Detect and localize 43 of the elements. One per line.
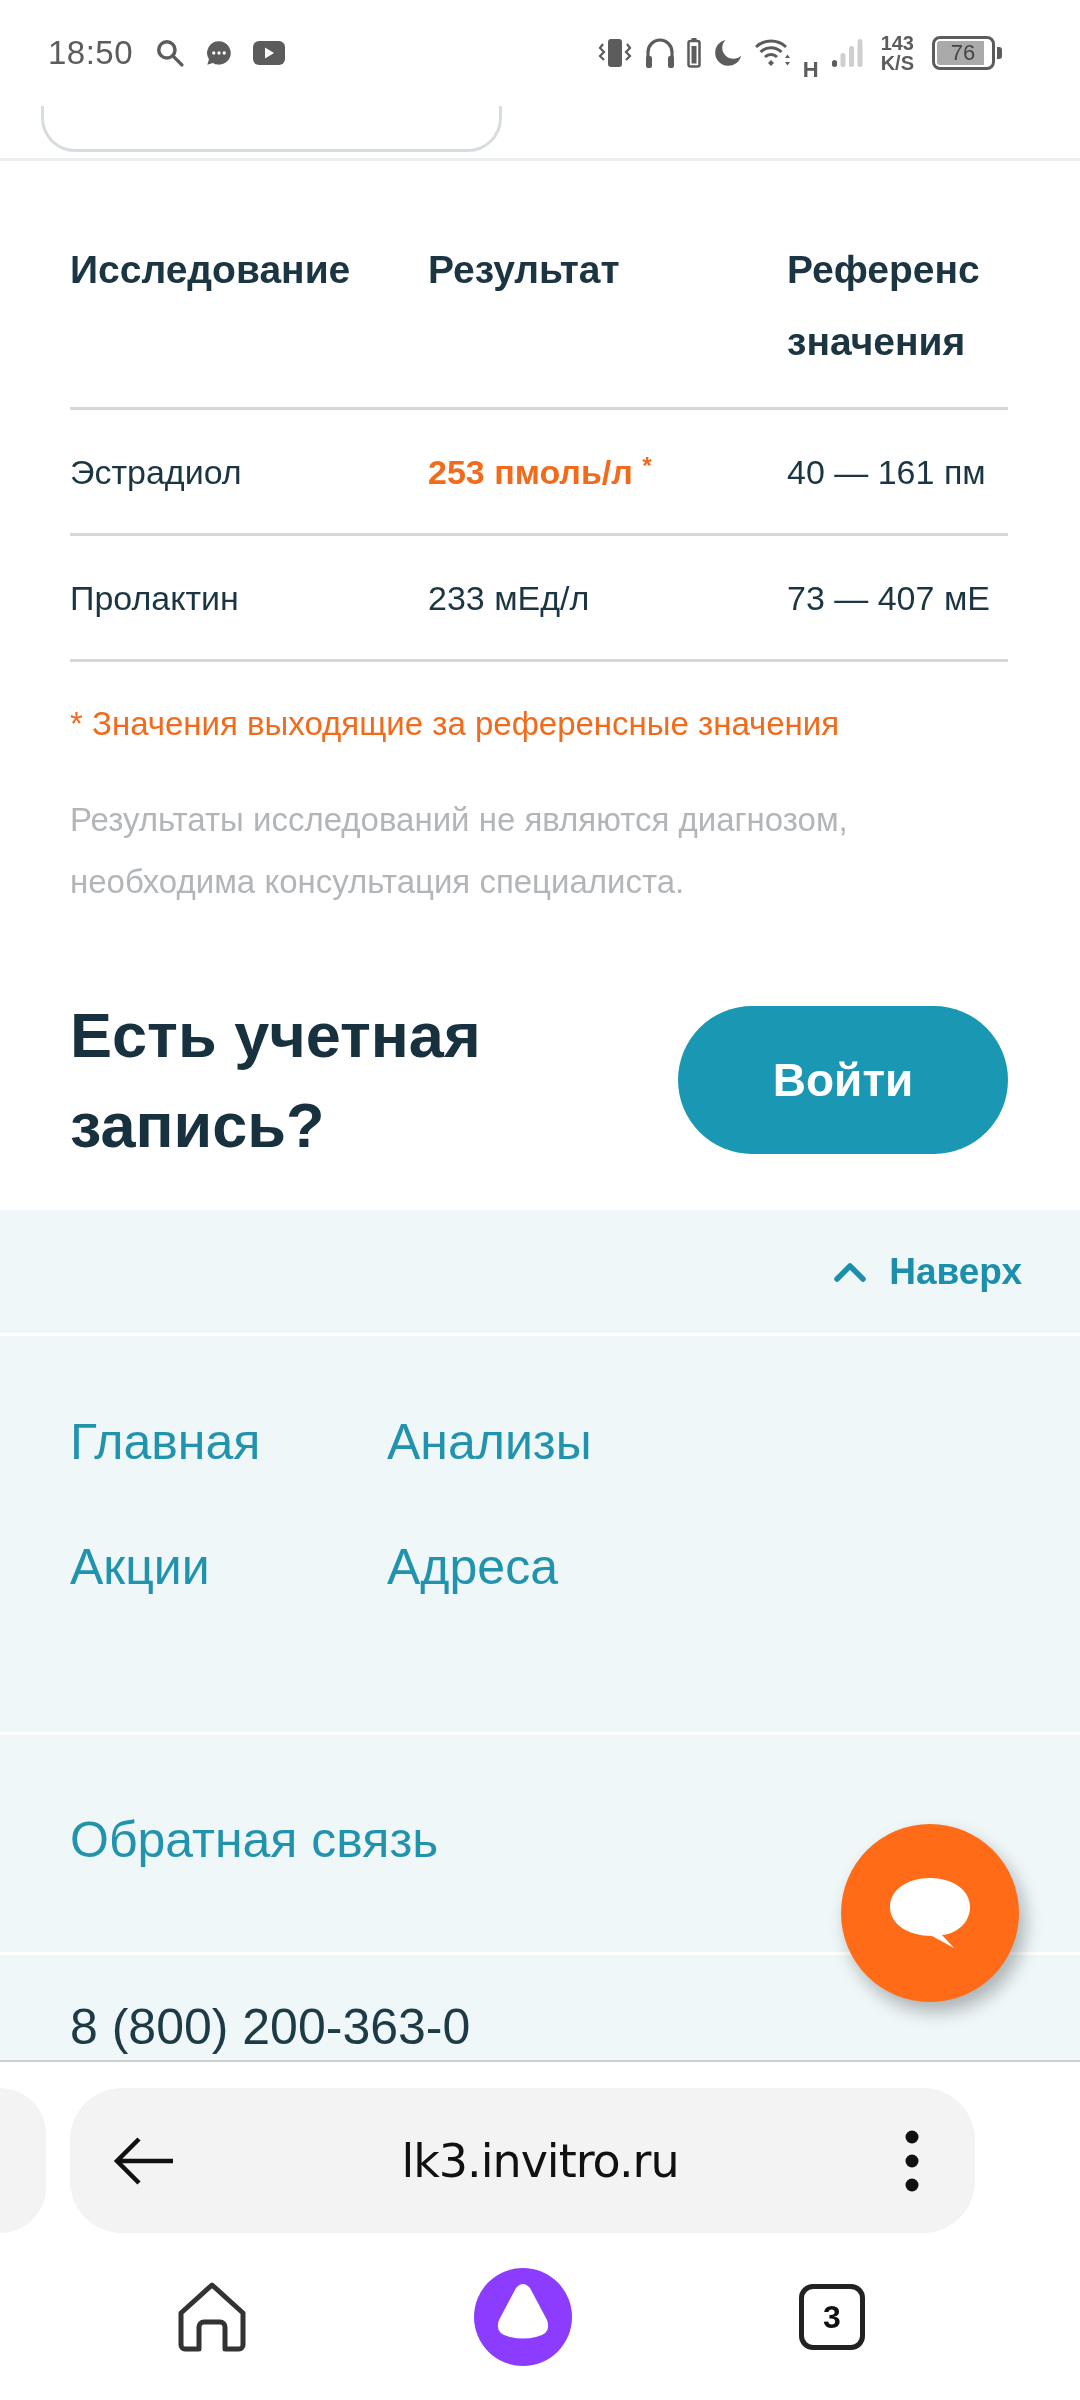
url-text: lk3.invitro.ru: [400, 2133, 680, 2188]
vibrate-icon: [596, 38, 633, 68]
footer-nav-link[interactable]: Акции: [70, 1537, 210, 1597]
signal-bars-icon: [830, 38, 863, 68]
disclaimer-text: Результаты исследований не являются диагнозом, необходима консультация специалиста.: [70, 800, 849, 902]
more-options-icon[interactable]: [905, 2129, 919, 2192]
headphones-icon: [644, 37, 675, 69]
data-speed-value: 143: [880, 33, 914, 53]
clock-time: 18:50: [48, 34, 134, 72]
phone-number: 8 (800) 200-363-0: [70, 1999, 471, 2055]
network-type-label: H: [802, 57, 819, 83]
table-cell: 73 — 407 мЕ: [787, 577, 990, 618]
search-icon: [155, 38, 186, 68]
play-button-icon: [253, 41, 286, 65]
footer-nav-link[interactable]: Главная: [70, 1412, 261, 1472]
speech-bubble-icon: [888, 1876, 972, 1950]
back-to-top-link[interactable]: Наверх: [833, 1250, 1022, 1293]
table-cell: Эстрадиол: [70, 451, 242, 492]
home-icon[interactable]: [177, 2281, 247, 2353]
tabs-counter-button[interactable]: 3: [799, 2284, 865, 2350]
footer-nav-link[interactable]: Анализы: [387, 1412, 592, 1472]
login-heading: Есть учетная запись?: [70, 999, 482, 1162]
battery-icon: [686, 38, 701, 68]
login-button[interactable]: Войти: [678, 1006, 1008, 1154]
column-header: Исследование: [70, 247, 352, 293]
column-header: Результат: [428, 247, 621, 293]
address-bar[interactable]: lk3.invitro.ru: [70, 2088, 975, 2233]
footer-nav-link[interactable]: Адреса: [387, 1537, 558, 1597]
back-arrow-icon[interactable]: [113, 2136, 175, 2185]
voice-assistant-icon[interactable]: [474, 2268, 572, 2366]
feedback-link[interactable]: Обратная связь: [70, 1810, 439, 1870]
column-header: Референс значения: [787, 247, 981, 365]
battery-indicator: 76: [932, 36, 1002, 70]
table-cell: Пролактин: [70, 577, 239, 618]
chat-bubble-icon: [205, 39, 234, 67]
caret-up-icon: [833, 1260, 868, 1283]
table-cell: 40 — 161 пм: [787, 451, 986, 492]
table-cell: 233 мЕд/л: [428, 577, 590, 618]
footnote-text: * Значения выходящие за референсные значения: [70, 704, 840, 744]
data-speed-unit: K/S: [880, 53, 914, 73]
moon-icon: [712, 38, 743, 68]
wifi-icon: [754, 38, 791, 68]
table-cell: 253 пмоль/л $^{*}$: [428, 451, 652, 492]
